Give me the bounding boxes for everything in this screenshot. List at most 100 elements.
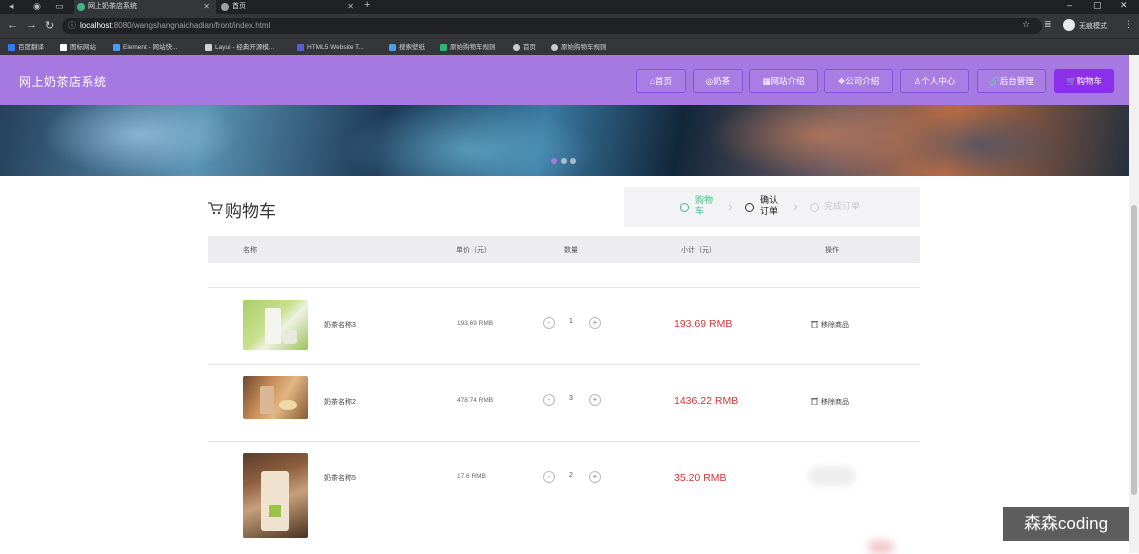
bookmark-item[interactable]: HTML5 Website T... (297, 42, 364, 53)
increase-button[interactable]: + (589, 317, 601, 329)
step-complete-order: 完成订单 (824, 201, 861, 211)
globe-icon (221, 3, 229, 11)
nav-milk-tea[interactable]: ◎奶茶 (693, 69, 743, 93)
carousel-dot[interactable] (561, 158, 567, 164)
product-name[interactable]: 奶茶名称2 (324, 397, 356, 407)
blurred-element (868, 540, 894, 554)
maximize-icon[interactable]: ▢ (1093, 0, 1102, 11)
bookmark-label: 图标网站 (70, 44, 96, 51)
increase-button[interactable]: + (589, 471, 601, 483)
tab-group-icon[interactable]: ◉ (33, 1, 41, 12)
trash-icon (811, 398, 818, 405)
url-host: localhost (80, 21, 112, 30)
tab-title: 网上奶茶店系统 (88, 3, 137, 10)
quantity-value[interactable]: 3 (569, 395, 573, 402)
bookmark-icon (8, 44, 15, 51)
bookmark-item[interactable]: 百度翻译 (8, 42, 44, 53)
reading-list-icon[interactable]: ≣ (1044, 19, 1052, 30)
chevron-right-icon: › (793, 198, 798, 214)
product-name[interactable]: 奶茶名称3 (324, 320, 356, 330)
nav-profile[interactable]: ♙个人中心 (900, 69, 969, 93)
step-confirm-order: 确认订单 (760, 195, 779, 216)
incognito-avatar-icon[interactable] (1063, 19, 1075, 31)
product-image[interactable] (243, 376, 308, 419)
nav-admin[interactable]: 🔗后台管理 (977, 69, 1046, 93)
close-window-icon[interactable]: ✕ (1120, 0, 1128, 11)
carousel-dot[interactable] (551, 158, 557, 164)
quantity-value[interactable]: 2 (569, 472, 573, 479)
new-tab-icon[interactable]: + (364, 0, 370, 11)
step-done-icon (680, 203, 689, 212)
column-quantity: 数量 (564, 247, 578, 254)
subtotal: 193.69 RMB (674, 318, 733, 330)
column-action: 操作 (825, 247, 839, 254)
nav-site-intro[interactable]: ▦网站介绍 (749, 69, 818, 93)
decrease-button[interactable]: - (543, 471, 555, 483)
window-icon[interactable]: ▭ (55, 1, 64, 12)
bookmark-icon (440, 44, 447, 51)
reload-icon[interactable]: ↻ (45, 19, 54, 32)
divider (208, 364, 920, 365)
bookmark-icon (60, 44, 67, 51)
scrollbar-thumb[interactable] (1131, 205, 1137, 495)
trash-icon (811, 321, 818, 328)
star-icon[interactable]: ☆ (1022, 19, 1030, 30)
bookmark-label: Layui - 经典开源模... (215, 44, 275, 51)
back-icon[interactable]: ← (7, 19, 18, 31)
bookmark-icon (297, 44, 304, 51)
remove-item-button[interactable] (808, 466, 856, 486)
column-subtotal: 小计（元） (681, 247, 716, 254)
tab-home[interactable]: 首页 ✕ (218, 0, 360, 14)
nav-company-intro[interactable]: ❖公司介绍 (824, 69, 893, 93)
bookmark-item[interactable]: 搜索壁纸 (389, 42, 425, 53)
more-menu-icon[interactable]: ⋮ (1124, 19, 1133, 30)
watermark: 森森coding (1003, 507, 1129, 541)
bookmark-icon (389, 44, 396, 51)
remove-item-button[interactable]: 移除商品 (811, 397, 849, 407)
close-icon[interactable]: ✕ (347, 0, 354, 14)
nav-home[interactable]: ⌂首页 (636, 69, 686, 93)
tab-milk-tea-system[interactable]: 网上奶茶店系统 ✕ (74, 0, 216, 14)
minimize-icon[interactable]: – (1067, 0, 1072, 10)
cart-table-header: 名称 单价（元） 数量 小计（元） 操作 (208, 236, 920, 263)
product-price: 193.69 RMB (457, 320, 494, 327)
bookmark-icon (513, 44, 520, 51)
product-name[interactable]: 奶茶名称5 (324, 473, 356, 483)
bookmark-item[interactable]: Layui - 经典开源模... (205, 42, 274, 53)
page-scrollbar[interactable] (1129, 55, 1139, 553)
bookmark-item[interactable]: 图标网站 (60, 42, 96, 53)
product-image[interactable] (243, 300, 308, 350)
bookmark-label: 搜索壁纸 (399, 44, 425, 51)
bookmark-item[interactable]: 原始购物车规则 (440, 42, 496, 53)
forward-icon[interactable]: → (26, 19, 37, 31)
bookmark-label: 首页 (523, 44, 536, 51)
product-price: 17.6 RMB (457, 473, 486, 480)
remove-label: 移除商品 (821, 399, 849, 406)
bookmark-icon (113, 44, 120, 51)
bookmarks-bar: 百度翻译 图标网站 Element - 网站快... Layui - 经典开源模… (0, 38, 1139, 55)
bookmark-label: 百度翻译 (18, 44, 44, 51)
profile-label: 无痕模式 (1079, 23, 1107, 30)
info-icon: ⓘ (68, 21, 76, 30)
remove-item-button[interactable]: 移除商品 (811, 320, 849, 330)
increase-button[interactable]: + (589, 394, 601, 406)
site-title: 网上奶茶店系统 (19, 75, 107, 89)
bookmark-item[interactable]: Element - 网站快... (113, 42, 178, 53)
carousel-dot[interactable] (570, 158, 576, 164)
decrease-button[interactable]: - (543, 317, 555, 329)
url-input[interactable]: ⓘ localhost:8080/wangshangnaichadian/fro… (62, 18, 1042, 34)
product-image[interactable] (243, 453, 308, 538)
bookmark-item[interactable]: 原始购物车规则 (551, 42, 607, 53)
decrease-button[interactable]: - (543, 394, 555, 406)
bookmark-item[interactable]: 首页 (513, 42, 536, 53)
bookmark-label: 原始购物车规则 (561, 44, 607, 51)
close-icon[interactable]: ✕ (203, 0, 210, 14)
bookmark-label: HTML5 Website T... (307, 44, 364, 51)
tab-search-icon[interactable]: ◂ (9, 1, 14, 12)
quantity-value[interactable]: 1 (569, 318, 573, 325)
order-steps: 购物车 › 确认订单 › 完成订单 (624, 187, 920, 227)
remove-label: 移除商品 (821, 322, 849, 329)
nav-cart[interactable]: 🛒购物车 (1054, 69, 1114, 93)
divider (208, 287, 920, 288)
bookmark-icon (205, 44, 212, 51)
